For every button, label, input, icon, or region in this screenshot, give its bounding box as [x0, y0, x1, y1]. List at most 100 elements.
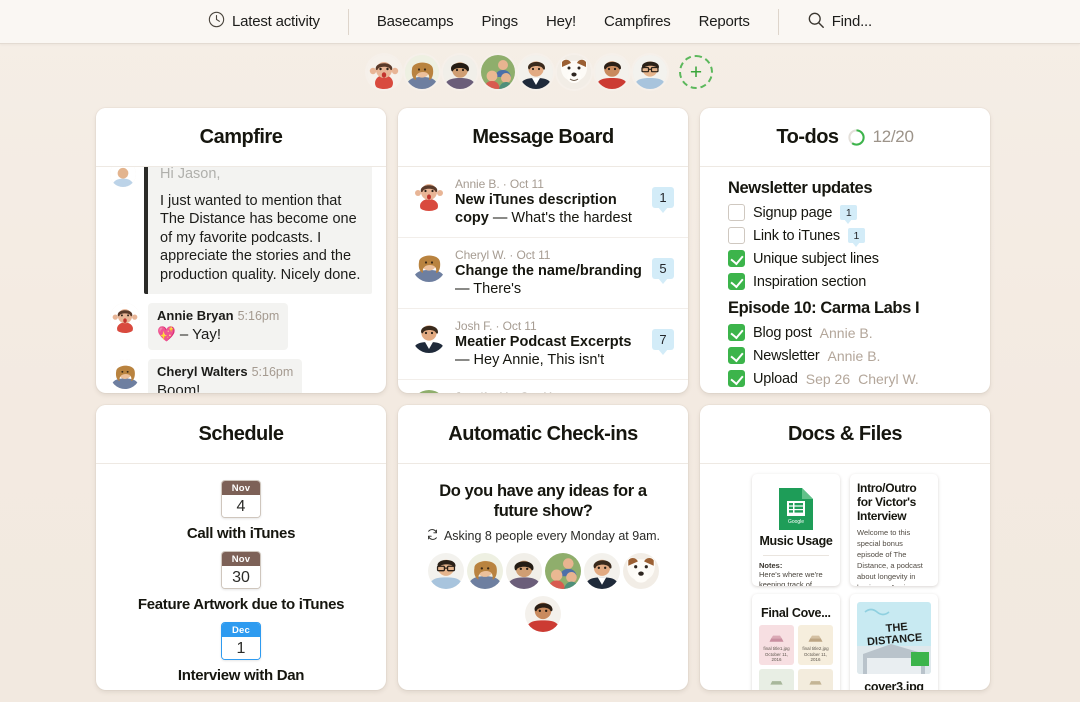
avatar [412, 247, 446, 282]
quote-text: Hi Jason, I just wanted to mention that … [144, 167, 372, 295]
todo-item[interactable]: Inspiration section [728, 270, 976, 293]
nav-item-latest-activity[interactable]: Latest activity [194, 9, 334, 35]
todo-due-date: Sep 26 [805, 370, 851, 387]
folder-name: Final Cove... [761, 606, 831, 620]
message-author: Annie Bryan [157, 308, 234, 324]
image-file-name: cover3.jpg [864, 680, 924, 690]
schedule-event[interactable]: Nov 4 Call with iTunes [96, 480, 386, 542]
calendar-chip-icon: Dec 1 [221, 622, 261, 660]
avatar [110, 359, 140, 390]
todo-item[interactable]: Unique subject lines [728, 247, 976, 270]
todo-item[interactable]: Link to iTunes 1 [728, 224, 976, 247]
avatar[interactable] [525, 595, 561, 632]
avatar[interactable] [466, 552, 503, 589]
nav-item-hey[interactable]: Hey! [532, 9, 590, 35]
card-title: To-dos [776, 125, 839, 148]
todo-checkbox[interactable] [728, 370, 745, 387]
todo-checkbox[interactable] [728, 273, 745, 290]
card-title: Message Board [472, 125, 614, 148]
nav-divider-left [347, 8, 349, 35]
doc-notes-body: Here's where we're keeping track of [759, 570, 823, 586]
card-campfire[interactable]: Campfire Hi Jason, I just wanted to ment… [96, 108, 386, 393]
nav-latest-activity-label: Latest activity [231, 13, 320, 30]
thumbnail[interactable] [798, 669, 833, 690]
avatar[interactable] [583, 552, 620, 589]
calendar-day: 4 [222, 495, 260, 517]
thumbnail[interactable] [759, 669, 794, 690]
todo-item[interactable]: Blog post Annie B. [728, 321, 976, 344]
avatar[interactable] [622, 552, 659, 589]
doc-tile-image[interactable]: THE DISTANCE cover3.jpg October 11, 2016 [850, 594, 938, 690]
todo-checkbox[interactable] [728, 204, 745, 221]
nav-item-campfires[interactable]: Campfires [590, 9, 685, 35]
avatar[interactable] [544, 552, 581, 589]
schedule-event[interactable]: Nov 30 Feature Artwork due to iTunes [96, 551, 386, 613]
todo-checkbox[interactable] [728, 347, 745, 364]
checkin-respondents [422, 552, 664, 632]
cover-art-thumbnail: THE DISTANCE [857, 602, 931, 674]
avatar[interactable] [505, 552, 542, 589]
card-automatic-checkins[interactable]: Automatic Check-ins Do you have any idea… [398, 405, 688, 690]
message-row[interactable]: Annie B. · Oct 11 New iTunes description… [398, 167, 688, 238]
todo-item[interactable]: Signup page 1 [728, 201, 976, 224]
avatar[interactable] [405, 55, 439, 89]
doc-tile-folder[interactable]: Final Cove... final title1.jpg October 11… [752, 594, 840, 690]
thumbnail-caption: final title2.jpg October 11, 2016 [802, 646, 829, 663]
avatar [412, 177, 446, 211]
message-text: Boom! [157, 382, 201, 393]
calendar-month: Nov [222, 552, 260, 566]
message-row[interactable]: Cheryl W. · Oct 11 Change the name/brand… [398, 238, 688, 309]
schedule-event[interactable]: Dec 1 Interview with Dan [96, 622, 386, 684]
calendar-chip-icon: Nov 30 [221, 551, 261, 589]
nav-label: Pings [481, 13, 518, 30]
doc-notes-title: Notes: [759, 561, 783, 570]
card-docs-files[interactable]: Docs & Files Google Music Usage Notes: H… [700, 405, 990, 690]
thumbnail[interactable]: final title1.jpg October 11, 2016 [759, 625, 794, 665]
nav-item-basecamps[interactable]: Basecamps [363, 9, 468, 35]
message-row[interactable]: Jennifer Y. · Oct 11 Listeners This Week… [398, 380, 688, 393]
calendar-month: Dec [222, 623, 260, 637]
todo-group-title: Newsletter updates [728, 179, 873, 197]
todo-item[interactable]: Newsletter Annie B. [728, 344, 976, 367]
card-todos[interactable]: To-dos 12/20 Newsletter updates Signup p… [700, 108, 990, 393]
avatar[interactable] [595, 55, 629, 89]
avatar[interactable] [367, 55, 401, 89]
todo-assignee: Annie B. [827, 347, 881, 364]
avatar[interactable] [519, 55, 553, 89]
avatar[interactable] [557, 55, 591, 89]
nav-item-pings[interactable]: Pings [467, 9, 532, 35]
avatar[interactable] [481, 55, 515, 89]
todos-progress: 12/20 [847, 127, 914, 147]
doc-tile-spreadsheet[interactable]: Google Music Usage Notes: Here's where w… [752, 474, 840, 586]
svg-text:Google: Google [788, 519, 804, 525]
message-meta: Cheryl W. · Oct 11 [455, 247, 551, 262]
schedule-event-label: Call with iTunes [186, 525, 296, 542]
card-message-board[interactable]: Message Board Annie B. · Oct 11 New iTun… [398, 108, 688, 393]
message-excerpt: — Hey Annie, This isn't [455, 351, 605, 368]
todo-checkbox[interactable] [728, 250, 745, 267]
add-person-button[interactable]: + [679, 55, 713, 89]
comment-count-badge: 1 [840, 205, 858, 224]
campfire-quoted-message: Hi Jason, I just wanted to mention that … [110, 167, 372, 295]
doc-tile-document[interactable]: Intro/Outro for Victor's Interview Welco… [850, 474, 938, 586]
todo-checkbox[interactable] [728, 324, 745, 341]
message-text: 💖 – Yay! [157, 326, 221, 344]
todo-label: Signup page [753, 204, 833, 221]
avatar[interactable] [443, 55, 477, 89]
nav-item-find[interactable]: Find... [793, 9, 886, 35]
todo-item[interactable]: Upload Sep 26 Cheryl W. [728, 367, 976, 390]
avatar[interactable] [633, 55, 667, 89]
message-time: 5:16pm [237, 309, 280, 324]
checkin-schedule: Asking 8 people every Monday at 9am. [422, 528, 664, 544]
card-schedule[interactable]: Schedule Nov 4 Call with iTunes Nov 30 F… [96, 405, 386, 690]
nav-item-reports[interactable]: Reports [685, 9, 764, 35]
schedule-body: Nov 4 Call with iTunes Nov 30 Feature Ar… [96, 464, 386, 690]
message-meta: Josh F. · Oct 11 [455, 318, 537, 333]
calendar-day: 30 [222, 566, 260, 588]
avatar[interactable] [427, 552, 464, 589]
message-author: Cheryl Walters [157, 364, 248, 380]
message-row[interactable]: Josh F. · Oct 11 Meatier Podcast Excerpt… [398, 309, 688, 380]
thumbnail[interactable]: final title2.jpg October 11, 2016 [798, 625, 833, 665]
refresh-icon [426, 528, 439, 544]
todo-checkbox[interactable] [728, 227, 745, 244]
